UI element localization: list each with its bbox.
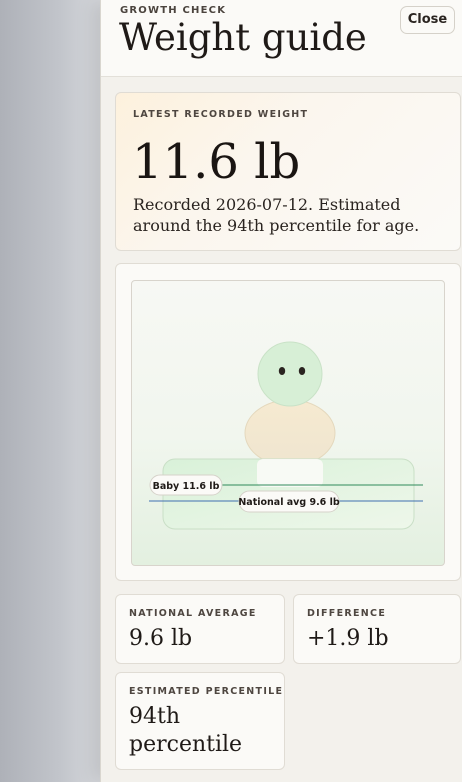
- difference-value: +1.9 lb: [307, 626, 389, 651]
- national-average-label: NATIONAL AVERAGE: [129, 608, 257, 619]
- latest-weight-card: LATEST RECORDED WEIGHT 11.6 lb Recorded …: [115, 92, 461, 251]
- percentile-label: ESTIMATED PERCENTILE: [129, 686, 284, 697]
- difference-card: DIFFERENCE +1.9 lb: [293, 594, 461, 664]
- national-average-value: 9.6 lb: [129, 626, 193, 651]
- baby-head: [257, 341, 323, 407]
- percentile-card: ESTIMATED PERCENTILE 94th percentile: [115, 672, 285, 770]
- page-title: Weight guide: [119, 16, 367, 59]
- latest-weight-value: 11.6 lb: [132, 134, 301, 190]
- difference-label: DIFFERENCE: [307, 608, 387, 619]
- panel-header: GROWTH CHECK Weight guide Close: [101, 0, 462, 77]
- baby-marker-label: Baby 11.6 lb: [153, 481, 220, 492]
- baby-body: [244, 399, 336, 467]
- baby-diaper: [257, 459, 323, 487]
- latest-weight-label: LATEST RECORDED WEIGHT: [133, 109, 309, 120]
- baby-eye-left: [278, 367, 286, 375]
- baby-on-scale-drawing: Baby 11.6 lb National avg 9.6 lb: [149, 341, 423, 530]
- header-eyebrow: GROWTH CHECK: [120, 5, 227, 16]
- weight-scale-illustration: Baby 11.6 lb National avg 9.6 lb: [131, 280, 445, 566]
- close-button[interactable]: Close: [400, 6, 455, 34]
- illustration-card: Baby 11.6 lb National avg 9.6 lb: [115, 263, 461, 581]
- modal-backdrop[interactable]: [0, 0, 100, 782]
- weight-guide-panel: GROWTH CHECK Weight guide Close LATEST R…: [100, 0, 462, 782]
- national-average-card: NATIONAL AVERAGE 9.6 lb: [115, 594, 285, 664]
- national-marker-label: National avg 9.6 lb: [238, 497, 340, 508]
- percentile-value: 94th percentile: [129, 704, 243, 757]
- baby-eye-right: [298, 367, 306, 375]
- latest-weight-description: Recorded 2026-07-12. Estimated around th…: [133, 195, 420, 235]
